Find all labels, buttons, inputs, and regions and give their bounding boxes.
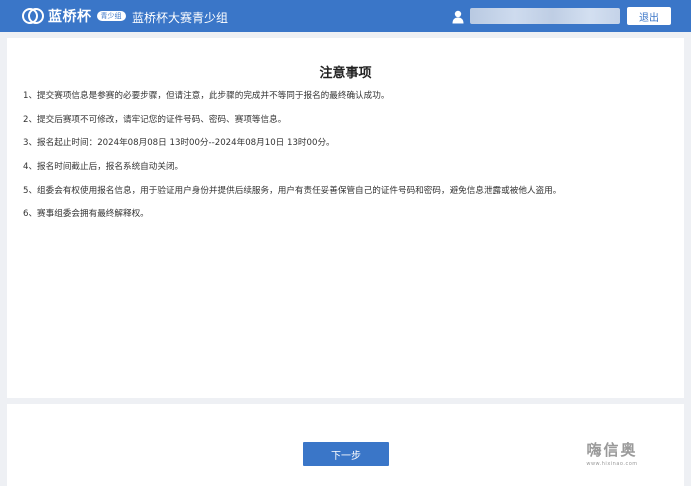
site-logo[interactable]: 蓝桥杯 青少组 (22, 6, 126, 26)
user-icon (452, 9, 464, 24)
site-title: 蓝桥杯大赛青少组 (132, 11, 229, 25)
user-name-redacted (470, 8, 620, 24)
lanqiao-logo-icon (22, 7, 44, 25)
notice-card: 注意事项 1、提交赛项信息是参赛的必要步骤，但请注意，此步骤的完成并不等同于报名… (7, 38, 684, 398)
next-step-button[interactable]: 下一步 (303, 442, 389, 466)
watermark-url: www.hixinao.com (586, 461, 638, 467)
user-info[interactable] (452, 8, 620, 24)
top-navigation-bar: 蓝桥杯 青少组 蓝桥杯大赛青少组 退出 (0, 0, 691, 32)
notice-item: 1、提交赛项信息是参赛的必要步骤，但请注意，此步骤的完成并不等同于报名的最终确认… (23, 91, 390, 101)
watermark: 嗨信奥 www.hixinao.com (580, 439, 644, 467)
notice-item: 5、组委会有权使用报名信息，用于验证用户身份并提供后续服务，用户有责任妥善保管自… (23, 185, 562, 196)
logo-badge: 青少组 (96, 11, 126, 21)
notice-item: 6、赛事组委会拥有最终解释权。 (23, 209, 149, 220)
logo-text: 蓝桥杯 (48, 9, 92, 25)
watermark-text: 嗨信奥 (586, 441, 638, 459)
notice-title: 注意事项 (319, 66, 372, 81)
notice-item: 4、报名时间截止后，报名系统自动关闭。 (23, 162, 184, 173)
footer-card: 下一步 嗨信奥 www.hixinao.com (7, 404, 684, 486)
logout-button[interactable]: 退出 (627, 7, 671, 25)
notice-item: 2、提交后赛项不可修改，请牢记您的证件号码、密码、赛项等信息。 (23, 114, 287, 125)
notice-list: 1、提交赛项信息是参赛的必要步骤，但请注意，此步骤的完成并不等同于报名的最终确认… (23, 91, 673, 233)
notice-item: 3、报名起止时间：2024年08月08日 13时00分--2024年08月10日… (23, 138, 335, 149)
